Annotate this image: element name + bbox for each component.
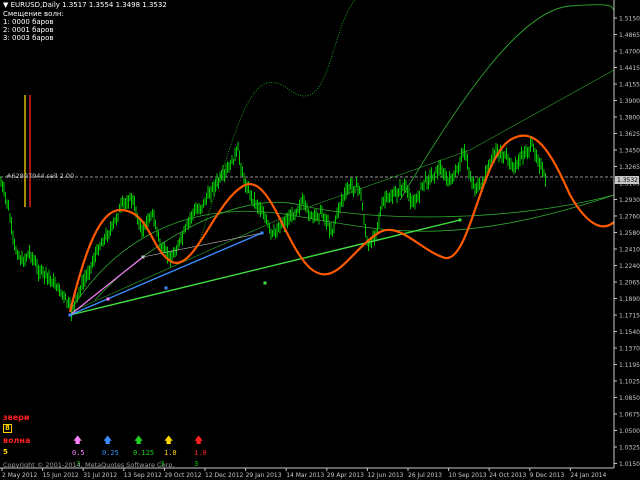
price-tick-label: 1.0850 <box>619 395 640 402</box>
price-tick-label: 1.1370 <box>619 346 640 353</box>
price-tick-label: 1.3625 <box>619 131 640 138</box>
anchor-point[interactable] <box>68 313 72 317</box>
price-tick-label: 1.4700 <box>619 49 640 56</box>
envelope-curve <box>399 4 615 201</box>
time-tick-label: 15 Jun 2012 <box>43 472 79 479</box>
price-tick-label: 1.1890 <box>619 296 640 303</box>
price-tick-label: 1.3265 <box>619 164 640 171</box>
price-tick-label: 1.2410 <box>619 247 640 254</box>
indicator-value-top[interactable]: 8 <box>3 424 12 433</box>
axes: 1.5150 1.4865 1.4700 1.4415 1.4155 1.3900 1.38… <box>0 0 640 479</box>
time-tick-label: 29 Jan 2013 <box>246 472 282 479</box>
time-tick-label: 26 Jul 2013 <box>408 472 442 479</box>
symbol-info-line: ▼ EURUSD,Daily 1.3517 1.3554 1.3498 1.35… <box>3 1 167 9</box>
param-blue[interactable]: 0.25 <box>102 450 119 457</box>
symbol-quote-text: EURUSD,Daily 1.3517 1.3554 1.3498 1.3532 <box>10 1 167 9</box>
time-tick-label: 29 Oct 2012 <box>164 472 201 479</box>
anchor-point[interactable] <box>106 297 110 301</box>
dropdown-triangle-icon[interactable]: ▼ <box>3 1 11 9</box>
blue-arrow-up-icon[interactable]: 🡅 <box>103 437 112 446</box>
shift-line-3: 3: 0003 баров <box>3 34 54 42</box>
yellow-arrow-up-icon[interactable]: 🡅 <box>164 437 173 446</box>
price-tick-label: 1.0150 <box>619 461 640 468</box>
count-3: 3 <box>194 460 199 468</box>
shift-line-2: 2: 0001 баров <box>3 26 54 34</box>
param-pink[interactable]: 0.5 <box>72 450 85 457</box>
time-tick-label: 12 Jun 2013 <box>367 472 403 479</box>
time-tick-label: 14 Mar 2013 <box>286 472 324 479</box>
shift-title: Смещение волн: <box>3 10 64 18</box>
price-tick-label: 1.2760 <box>619 214 640 221</box>
indicator-label-wave: волна <box>3 436 31 445</box>
green-arrow-up-icon[interactable]: 🡅 <box>134 437 143 446</box>
price-tick-label: 1.3450 <box>619 148 640 155</box>
time-tick-label: 31 Jul 2012 <box>83 472 117 479</box>
time-tick-label: 24 Oct 2013 <box>489 472 526 479</box>
indicator-curves <box>24 0 615 317</box>
price-tick-label: 1.3900 <box>619 98 640 105</box>
time-tick-label: 13 Sep 2012 <box>124 472 162 479</box>
order-line-label[interactable]: #62807944 sell 2.00 <box>6 172 74 180</box>
price-tick-label: 1.2065 <box>619 280 640 287</box>
price-tick-label: 1.0500 <box>619 428 640 435</box>
price-tick-label: 1.2240 <box>619 263 640 270</box>
pink-arrow-up-icon[interactable]: 🡅 <box>73 437 82 446</box>
param-yellow[interactable]: 1.0 <box>164 450 177 457</box>
price-tick-label: 1.4155 <box>619 82 640 89</box>
price-tick-label: 1.4865 <box>619 32 640 39</box>
price-tick-label: 1.1025 <box>619 379 640 386</box>
current-price-label: 1.3532 <box>617 177 638 184</box>
time-tick-label: 29 Apr 2013 <box>327 472 364 479</box>
red-arrow-up-icon[interactable]: 🡅 <box>194 437 203 446</box>
moving-average-2 <box>94 194 615 301</box>
time-tick-label: 9 Dec 2013 <box>530 472 565 479</box>
copyright-text: Copyright © 2001-2014, MetaQuotes Softwa… <box>3 461 175 469</box>
price-tick-label: 1.0675 <box>619 412 640 419</box>
anchor-point[interactable] <box>141 255 145 259</box>
price-chart[interactable]: 1.5150 1.4865 1.4700 1.4415 1.4155 1.3900 1.38… <box>0 0 640 480</box>
anchor-point[interactable] <box>263 281 267 285</box>
price-tick-label: 1.2580 <box>619 230 640 237</box>
param-green[interactable]: 0.125 <box>133 450 154 457</box>
price-tick-label: 1.0325 <box>619 445 640 452</box>
price-tick-label: 1.1540 <box>619 329 640 336</box>
param-red[interactable]: 1.0 <box>194 450 207 457</box>
chart-grid <box>0 176 614 181</box>
indicator-value-wave: 5 <box>3 448 8 456</box>
price-tick-label: 1.2930 <box>619 197 640 204</box>
indicator-label-top: звери <box>3 413 30 422</box>
projection-dotted-curve <box>199 0 356 241</box>
anchor-point[interactable] <box>458 218 462 222</box>
time-tick-label: 24 Jan 2014 <box>570 472 606 479</box>
time-tick-label: 10 Sep 2013 <box>449 472 487 479</box>
anchor-point[interactable] <box>164 286 168 290</box>
price-tick-label: 1.3800 <box>619 115 640 122</box>
price-tick-label: 1.1715 <box>619 313 640 320</box>
time-tick-label: 12 Dec 2012 <box>205 472 244 479</box>
shift-line-1: 1: 0000 баров <box>3 18 54 26</box>
anchor-point[interactable] <box>260 231 264 235</box>
price-tick-label: 1.5150 <box>619 16 640 23</box>
price-tick-label: 1.4415 <box>619 65 640 72</box>
time-tick-label: 2 May 2012 <box>2 472 37 479</box>
price-tick-label: 1.1195 <box>619 362 640 369</box>
